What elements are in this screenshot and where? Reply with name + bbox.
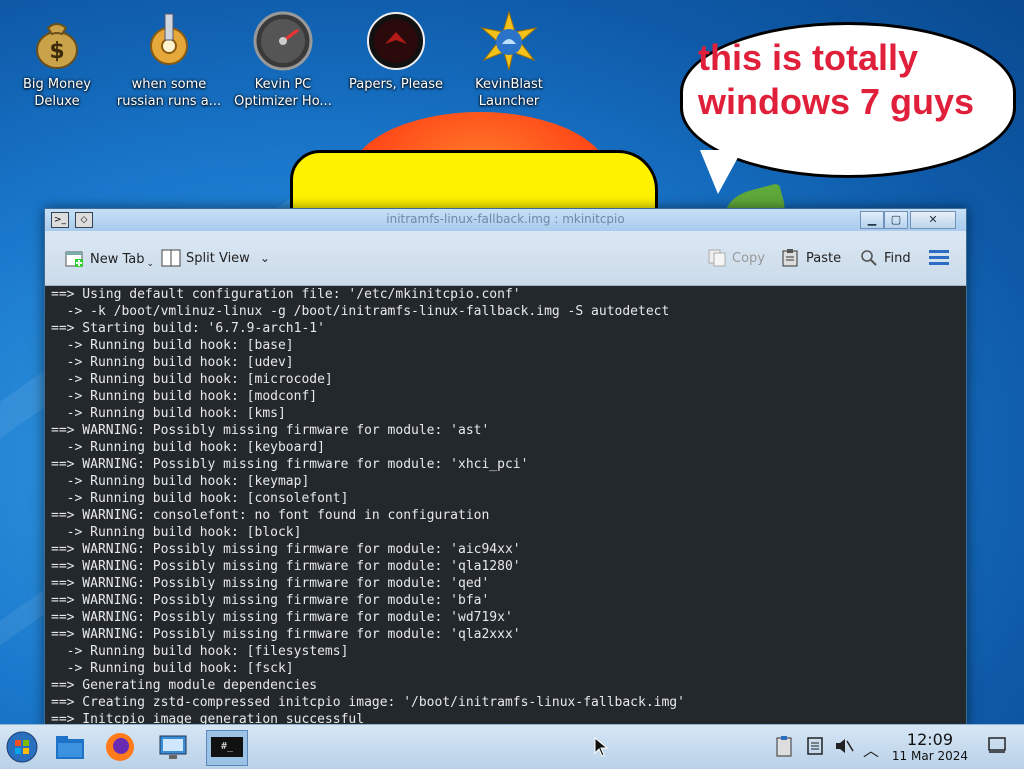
emblem-icon — [365, 10, 427, 72]
terminal-line: -> Running build hook: [base] — [51, 338, 294, 353]
terminal-line: ==> WARNING: Possibly missing firmware f… — [51, 627, 521, 642]
minimize-button[interactable]: ▁ — [860, 211, 884, 229]
svg-text:$: $ — [49, 39, 64, 64]
terminal-toolbar: New Tab ⌄ Split View ⌄ Copy Paste Find — [45, 231, 966, 286]
split-view-button[interactable]: Split View ⌄ — [161, 249, 270, 267]
window-titlebar[interactable]: >_ ◇ initramfs-linux-fallback.img : mkin… — [45, 209, 966, 231]
chevron-up-icon[interactable]: ︿ — [862, 737, 880, 760]
terminal-line: ==> WARNING: consolefont: no font found … — [51, 508, 490, 523]
speedometer-icon — [252, 10, 314, 72]
terminal-line: ==> Using default configuration file: '/… — [51, 287, 521, 302]
speech-bubble-tail — [700, 150, 742, 194]
terminal-window: >_ ◇ initramfs-linux-fallback.img : mkin… — [44, 208, 967, 730]
terminal-line: -> Running build hook: [keyboard] — [51, 440, 325, 455]
search-icon — [859, 249, 879, 267]
terminal-line: -> Running build hook: [modconf] — [51, 389, 318, 404]
copy-icon — [707, 249, 727, 267]
terminal-line: -> Running build hook: [consolefont] — [51, 491, 349, 506]
find-label: Find — [884, 250, 911, 266]
close-button[interactable]: ✕ — [910, 211, 956, 229]
terminal-line: -> Running build hook: [block] — [51, 525, 302, 540]
desktop-icon-label: when some russian runs a... — [116, 77, 222, 109]
firefox-icon[interactable] — [104, 731, 136, 763]
paste-button[interactable]: Paste — [781, 249, 841, 267]
window-title: initramfs-linux-fallback.img : mkinitcpi… — [386, 212, 625, 226]
gear-icon — [138, 10, 200, 72]
paste-icon — [781, 249, 801, 267]
terminal-line: ==> Creating zstd-compressed initcpio im… — [51, 695, 685, 710]
copy-button[interactable]: Copy — [707, 249, 765, 267]
terminal-line: ==> WARNING: Possibly missing firmware f… — [51, 423, 490, 438]
chevron-down-icon: ⌄ — [146, 259, 155, 269]
system-settings-icon[interactable] — [157, 731, 189, 763]
terminal-output[interactable]: ==> Using default configuration file: '/… — [51, 286, 966, 729]
terminal-line: -> -k /boot/vmlinuz-linux -g /boot/initr… — [51, 304, 670, 319]
hamburger-menu-icon[interactable] — [929, 248, 949, 265]
clock[interactable]: 12:09 11 Mar 2024 — [891, 730, 968, 764]
notes-icon[interactable] — [806, 737, 824, 755]
new-tab-icon — [65, 250, 85, 268]
terminal-line: -> Running build hook: [microcode] — [51, 372, 333, 387]
terminal-line: -> Running build hook: [fsck] — [51, 661, 294, 676]
show-desktop-icon[interactable] — [988, 737, 1006, 753]
terminal-line: ==> WARNING: Possibly missing firmware f… — [51, 457, 529, 472]
terminal-line: -> Running build hook: [filesystems] — [51, 644, 349, 659]
terminal-line: ==> Starting build: '6.7.9-arch1-1' — [51, 321, 325, 336]
terminal-line: -> Running build hook: [kms] — [51, 406, 286, 421]
desktop-icon-papers-please[interactable]: Papers, Please — [341, 10, 451, 93]
new-tab-button[interactable]: New Tab ⌄ — [65, 249, 154, 269]
find-button[interactable]: Find — [859, 249, 911, 267]
terminal-line: ==> WARNING: Possibly missing firmware f… — [51, 576, 490, 591]
copy-label: Copy — [732, 250, 765, 266]
clock-date: 11 Mar 2024 — [891, 749, 968, 763]
clipboard-icon[interactable] — [774, 735, 794, 757]
terminal-line: ==> WARNING: Possibly missing firmware f… — [51, 593, 490, 608]
starburst-icon — [478, 10, 540, 72]
chevron-down-icon[interactable]: ⌄ — [260, 251, 270, 265]
volume-muted-icon[interactable] — [834, 737, 854, 755]
start-button[interactable] — [6, 731, 38, 763]
clock-time: 12:09 — [906, 730, 954, 749]
terminal-line: ==> Generating module dependencies — [51, 678, 318, 693]
terminal-icon: #_ — [211, 737, 243, 757]
desktop-icon-big-money-deluxe[interactable]: $ Big Money Deluxe — [2, 10, 112, 110]
terminal-line: -> Running build hook: [udev] — [51, 355, 294, 370]
desktop-icon-label: KevinBlast Launcher — [475, 77, 543, 109]
desktop-icon-kevin-pc-optimizer[interactable]: Kevin PC Optimizer Ho... — [228, 10, 338, 110]
speech-bubble-text: this is totally windows 7 guys — [698, 37, 975, 122]
terminal-line: ==> WARNING: Possibly missing firmware f… — [51, 559, 521, 574]
terminal-line: ==> WARNING: Possibly missing firmware f… — [51, 610, 513, 625]
maximize-button[interactable]: ▢ — [884, 211, 908, 229]
paste-label: Paste — [806, 250, 842, 266]
mouse-cursor — [594, 736, 609, 761]
taskbar: #_ ︿ 12:09 11 Mar 2024 — [0, 724, 1024, 769]
terminal-line: -> Running build hook: [keymap] — [51, 474, 310, 489]
desktop-icon-label: Kevin PC Optimizer Ho... — [234, 77, 332, 109]
terminal-line: ==> WARNING: Possibly missing firmware f… — [51, 542, 521, 557]
desktop-icon-label: Papers, Please — [348, 77, 444, 92]
split-view-icon — [161, 249, 181, 267]
desktop-icon-label: Big Money Deluxe — [22, 77, 91, 109]
folder-icon[interactable] — [54, 731, 86, 763]
split-view-label: Split View — [186, 250, 250, 266]
desktop-icon-russian-runs[interactable]: when some russian runs a... — [114, 10, 224, 110]
desktop-icon-kevinblast-launcher[interactable]: KevinBlast Launcher — [454, 10, 564, 110]
taskbar-terminal-button[interactable]: #_ — [206, 730, 248, 766]
money-bag-icon: $ — [26, 10, 88, 72]
new-tab-label: New Tab — [90, 251, 145, 267]
